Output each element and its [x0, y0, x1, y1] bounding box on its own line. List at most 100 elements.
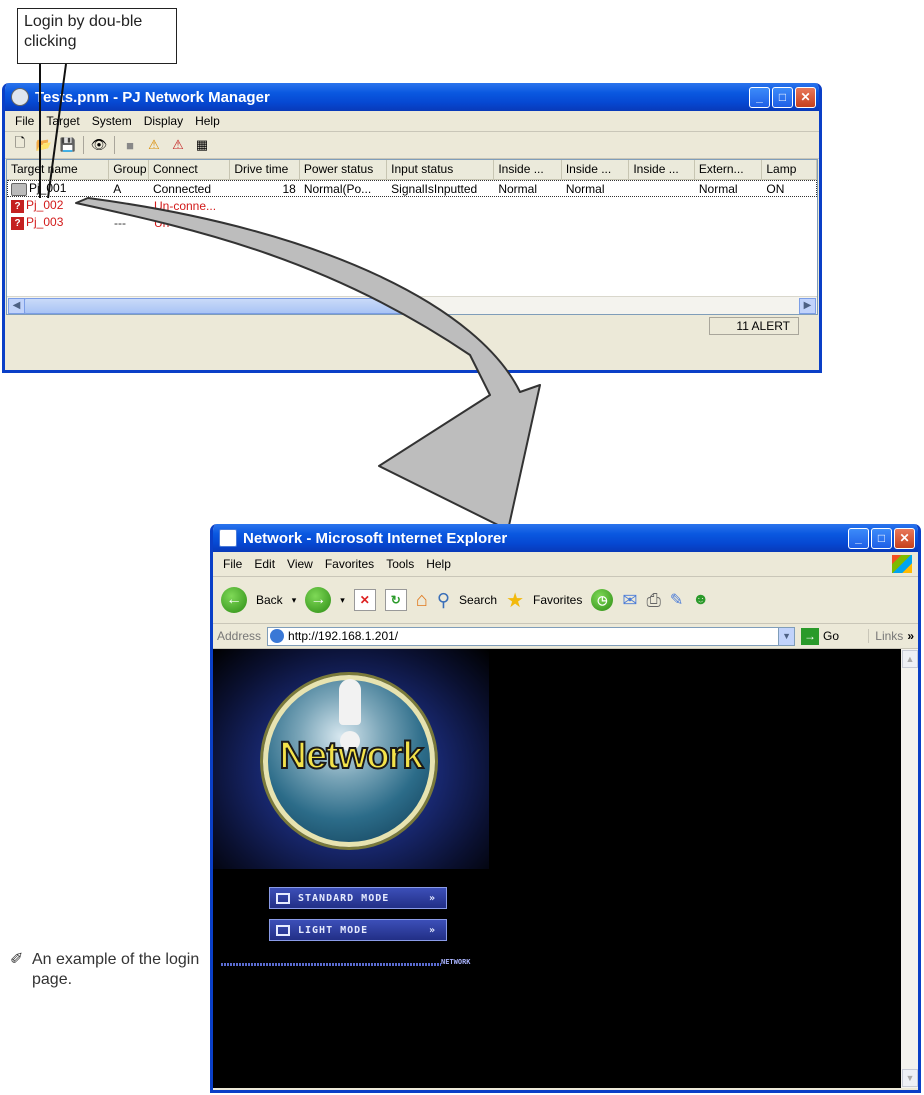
light-mode-button[interactable]: LIGHT MODE »: [269, 919, 447, 941]
square-icon: [276, 924, 290, 936]
menu-help[interactable]: Help: [189, 114, 226, 128]
links-label[interactable]: Links: [868, 629, 903, 643]
menu-edit[interactable]: Edit: [248, 557, 281, 571]
alert-icon[interactable]: ⚠: [145, 136, 163, 154]
menu-file[interactable]: File: [9, 114, 40, 128]
col-inside-1[interactable]: Inside ...: [494, 160, 562, 179]
menu-system[interactable]: System: [86, 114, 138, 128]
maximize-button[interactable]: □: [772, 86, 793, 108]
pj-status-bar: 11 ALERT: [5, 315, 819, 336]
maximize-button[interactable]: □: [871, 527, 892, 549]
scrollbar-thumb[interactable]: [24, 298, 411, 314]
menu-view[interactable]: View: [281, 557, 319, 571]
horizontal-scrollbar[interactable]: ◀ ▶: [7, 296, 817, 314]
ie-page-icon: [219, 529, 237, 547]
table-row[interactable]: ? Pj_003 --- Un-conne...: [7, 214, 817, 231]
back-button[interactable]: Back: [256, 593, 283, 607]
address-url: http://192.168.1.201/: [288, 629, 399, 643]
favorites-star-icon[interactable]: ★: [506, 588, 524, 613]
home-icon[interactable]: ⌂: [416, 589, 428, 612]
row-input: SignalIsInputted: [391, 181, 478, 196]
menu-display[interactable]: Display: [138, 114, 189, 128]
row-name: Pj_003: [26, 215, 64, 230]
table-row[interactable]: ? Pj_002 Un-conne...: [7, 197, 817, 214]
table-row[interactable]: Pj_001 A Connected 18 Normal(Po... Signa…: [7, 180, 817, 197]
search-icon[interactable]: ⚲: [437, 590, 450, 611]
close-button[interactable]: ✕: [795, 86, 816, 108]
row-drive-time: 18: [282, 181, 296, 196]
stop-icon[interactable]: ■: [121, 136, 139, 154]
stop-icon[interactable]: ✕: [353, 589, 376, 611]
grid-settings-icon[interactable]: ▦: [193, 136, 211, 154]
col-connect[interactable]: Connect: [149, 160, 231, 179]
chevron-right-icon: »: [428, 924, 436, 936]
vertical-scrollbar[interactable]: ▲ ▼: [901, 649, 918, 1088]
menu-file[interactable]: File: [217, 557, 248, 571]
messenger-icon[interactable]: ☻: [692, 591, 709, 609]
col-power-status[interactable]: Power status: [300, 160, 388, 179]
col-external[interactable]: Extern...: [695, 160, 763, 179]
row-group: A: [113, 181, 122, 196]
scroll-right-arrow[interactable]: ▶: [799, 298, 816, 314]
close-button[interactable]: ✕: [894, 527, 915, 549]
ie-globe-icon: [270, 629, 285, 643]
new-file-icon[interactable]: 🗋: [11, 135, 29, 154]
col-drive-time[interactable]: Drive time: [230, 160, 300, 179]
chevron-right-icon: »: [428, 892, 436, 904]
minimize-button[interactable]: _: [749, 86, 770, 108]
forward-dropdown-icon[interactable]: ▾: [340, 595, 345, 606]
favorites-button[interactable]: Favorites: [533, 593, 582, 607]
refresh-icon[interactable]: ↻: [384, 589, 407, 611]
col-lamp[interactable]: Lamp: [762, 160, 817, 179]
col-inside-3[interactable]: Inside ...: [629, 160, 695, 179]
pj-window-title: Tests.pnm - PJ Network Manager: [35, 88, 270, 106]
edit-icon[interactable]: ✎: [670, 590, 683, 610]
col-target-name[interactable]: Target name: [7, 160, 110, 179]
standard-mode-button[interactable]: STANDARD MODE »: [269, 887, 447, 909]
alert-count: 11 ALERT: [709, 316, 799, 335]
scroll-down-arrow[interactable]: ▼: [902, 1069, 918, 1087]
go-button[interactable]: Go: [823, 629, 839, 643]
light-mode-label: LIGHT MODE: [298, 924, 369, 936]
exclamation-icon: [339, 679, 361, 725]
callout-box: Login by dou-ble clicking: [17, 8, 177, 64]
print-icon[interactable]: ⎙: [646, 590, 660, 611]
menu-favorites[interactable]: Favorites: [319, 557, 380, 571]
mail-icon[interactable]: ✉: [622, 590, 637, 611]
open-folder-icon[interactable]: 📂: [35, 136, 53, 154]
example-note: ✐ An example of the login page.: [2, 950, 202, 990]
col-inside-2[interactable]: Inside ...: [562, 160, 630, 179]
search-button[interactable]: Search: [459, 593, 497, 607]
error-icon: ?: [11, 199, 24, 213]
eye-icon[interactable]: 👁: [90, 136, 108, 154]
row-name: Pj_002: [26, 198, 64, 213]
forward-arrow-icon[interactable]: →: [305, 587, 332, 613]
menu-tools[interactable]: Tools: [380, 557, 420, 571]
network-logo-text: Network: [279, 734, 425, 778]
menu-help[interactable]: Help: [420, 557, 457, 571]
col-input-status[interactable]: Input status: [387, 160, 495, 179]
row-connect: Un-conne...: [154, 215, 217, 230]
ie-title-bar[interactable]: Network - Microsoft Internet Explorer _ …: [213, 524, 918, 552]
alert-list-icon[interactable]: ⚠: [169, 136, 187, 154]
address-dropdown-icon[interactable]: ▼: [778, 627, 795, 645]
scroll-up-arrow[interactable]: ▲: [902, 650, 918, 668]
go-arrow-icon[interactable]: →: [801, 627, 820, 645]
scroll-left-arrow[interactable]: ◀: [8, 298, 25, 314]
col-group[interactable]: Group: [109, 160, 149, 179]
minimize-button[interactable]: _: [848, 527, 869, 549]
monitor-icon: [276, 892, 290, 904]
app-eye-icon: [11, 88, 29, 106]
address-input[interactable]: http://192.168.1.201/ ▼: [267, 626, 796, 646]
ie-window: Network - Microsoft Internet Explorer _ …: [210, 524, 921, 1093]
save-icon[interactable]: 💾: [59, 136, 77, 154]
chevron-right-icon[interactable]: »: [907, 629, 914, 643]
history-icon[interactable]: ◷: [591, 589, 614, 611]
page-content: Network STANDARD MODE » LIGHT MODE » NET…: [213, 649, 918, 1088]
standard-mode-label: STANDARD MODE: [298, 892, 390, 904]
pj-title-bar[interactable]: Tests.pnm - PJ Network Manager _ □ ✕: [5, 83, 819, 111]
back-arrow-icon[interactable]: ←: [221, 587, 247, 613]
pj-network-manager-window: Tests.pnm - PJ Network Manager _ □ ✕ Fil…: [2, 83, 822, 373]
menu-target[interactable]: Target: [40, 114, 85, 128]
back-dropdown-icon[interactable]: ▾: [292, 595, 297, 606]
